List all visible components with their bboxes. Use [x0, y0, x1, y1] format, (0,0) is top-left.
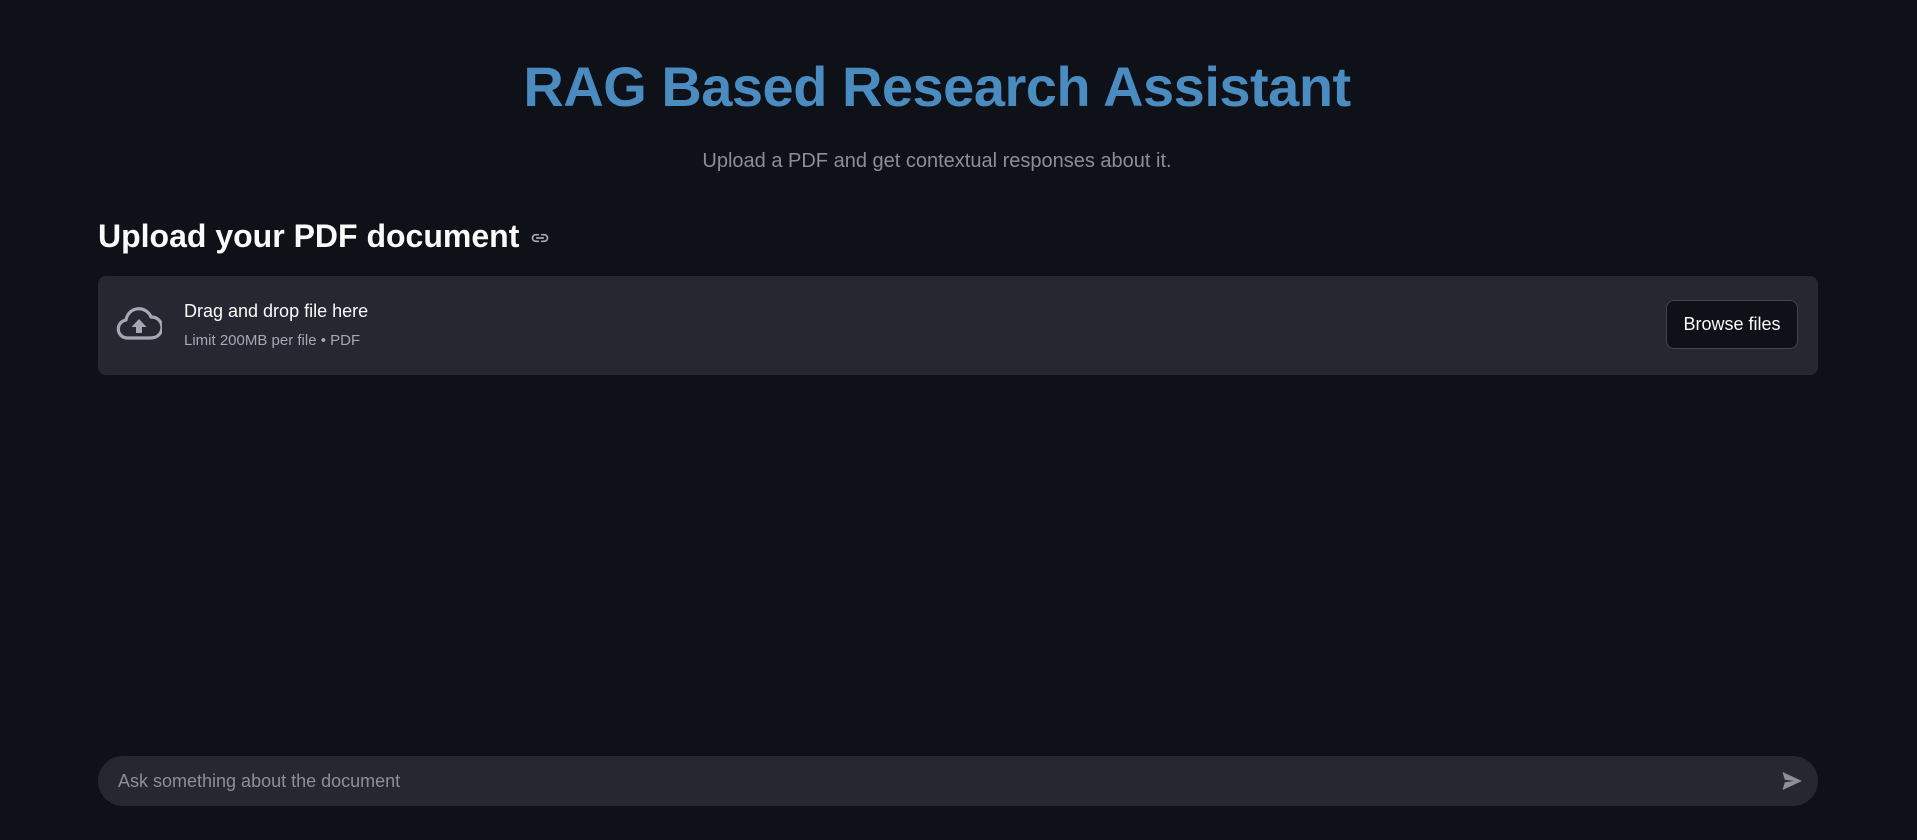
page-subtitle: Upload a PDF and get contextual response… [702, 150, 1172, 172]
send-button[interactable] [1778, 767, 1806, 795]
chat-input[interactable] [118, 756, 1738, 806]
upload-section-header: Upload your PDF document [98, 216, 551, 256]
dropzone-text: Drag and drop file here Limit 200MB per … [184, 300, 368, 351]
link-icon[interactable] [529, 227, 551, 249]
app-page: RAG Based Research Assistant Upload a PD… [0, 0, 1917, 840]
page-title: RAG Based Research Assistant [523, 55, 1351, 118]
chat-input-bar [98, 756, 1818, 806]
cloud-upload-icon [116, 305, 164, 345]
send-icon [1780, 769, 1804, 793]
dropzone-title: Drag and drop file here [184, 301, 369, 321]
file-dropzone[interactable]: Drag and drop file here Limit 200MB per … [98, 276, 1818, 375]
upload-section-title: Upload your PDF document [98, 218, 520, 254]
dropzone-limit: Limit 200MB per file • PDF [184, 332, 361, 349]
browse-files-button[interactable]: Browse files [1666, 300, 1798, 349]
